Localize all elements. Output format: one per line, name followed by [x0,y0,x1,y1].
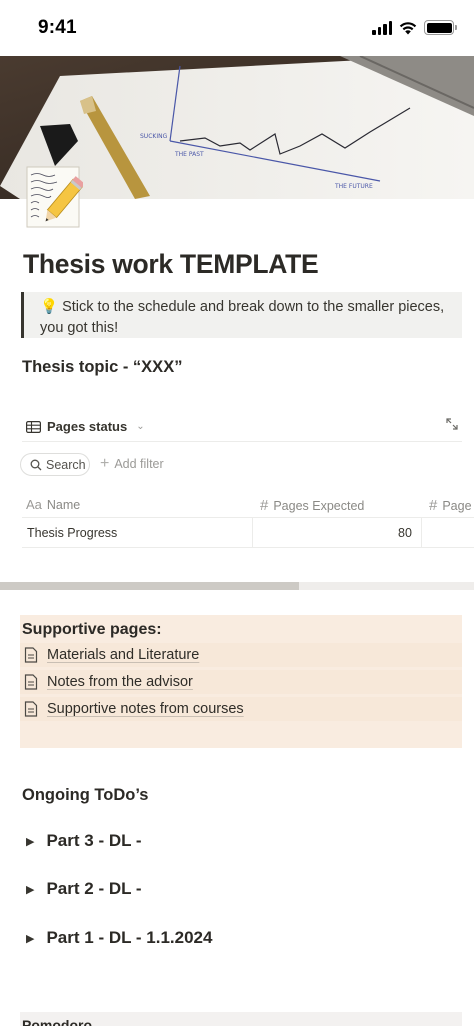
callout-text: Stick to the schedule and break down to … [40,299,445,336]
toggle-triangle-icon[interactable]: ▶ [26,883,34,896]
database-view-switcher[interactable]: Pages status ⌄ [26,419,145,434]
svg-text:THE PAST: THE PAST [174,151,204,158]
status-time: 9:41 [38,17,77,38]
column-header-pages-expected[interactable]: # Pages Expected [260,497,364,514]
page-link-materials[interactable]: Materials and Literature [20,643,462,667]
text-property-icon: Aa [26,497,42,512]
add-filter-label: Add filter [114,457,164,471]
svg-text:THE FUTURE: THE FUTURE [334,183,373,190]
thesis-topic-heading[interactable]: Thesis topic - “XXX” [22,358,182,377]
toggle-triangle-icon[interactable]: ▶ [26,835,34,848]
status-bar: 9:41 [0,0,474,56]
supportive-pages-callout[interactable]: Supportive pages: Materials and Literatu… [20,615,462,748]
battery-icon [424,20,457,35]
cell-pages-expected[interactable]: 80 [398,526,412,540]
toggle-part-2[interactable]: ▶ Part 2 - DL - [26,879,142,899]
table-horizontal-scrollbar[interactable] [0,582,474,590]
search-label: Search [46,457,86,472]
supportive-pages-heading: Supportive pages: [22,621,162,638]
search-icon [30,459,42,470]
expand-diagonal-icon[interactable] [446,418,458,433]
column-divider [421,518,422,547]
ongoing-todos-heading[interactable]: Ongoing ToDo’s [22,786,148,805]
status-icons [372,20,457,35]
table-view-icon [26,420,41,433]
pomodoro-heading: Pomodoro [22,1017,92,1026]
add-filter-button[interactable]: + Add filter [100,455,164,472]
number-property-icon: # [429,497,438,514]
database-search-button[interactable]: Search [20,453,90,476]
callout-block[interactable]: 💡 Stick to the schedule and break down t… [21,292,462,338]
document-icon [24,701,38,717]
column-divider [252,518,253,547]
database-view-header: Pages status ⌄ [22,414,462,442]
page-icon-memo-pencil[interactable] [25,163,85,229]
toggle-part-1[interactable]: ▶ Part 1 - DL - 1.1.2024 [26,928,212,948]
toggle-part-3[interactable]: ▶ Part 3 - DL - [26,831,142,851]
table-row[interactable]: Thesis Progress 80 [22,518,474,548]
page-title[interactable]: Thesis work TEMPLATE [23,249,319,280]
plus-icon: + [100,455,110,472]
document-icon [24,647,38,663]
toggle-triangle-icon[interactable]: ▶ [26,932,34,945]
page-link-advisor-notes[interactable]: Notes from the advisor [20,670,462,694]
lightbulb-icon: 💡 [40,299,59,315]
number-property-icon: # [260,497,269,514]
pomodoro-callout[interactable]: Pomodoro [20,1012,462,1026]
column-header-name[interactable]: Aa Name [26,497,80,512]
column-header-pages[interactable]: # Page [429,497,472,514]
svg-text:SUCKING: SUCKING [140,133,168,140]
document-icon [24,674,38,690]
database-view-name: Pages status [47,419,128,434]
table-header-row: Aa Name # Pages Expected # Page [22,490,474,518]
pages-status-table: Aa Name # Pages Expected # Page Thesis P… [22,490,474,548]
scrollbar-thumb[interactable] [0,582,299,590]
wifi-icon [399,21,417,34]
cellular-signal-icon [372,20,392,35]
cell-name[interactable]: Thesis Progress [27,526,117,540]
page-link-course-notes[interactable]: Supportive notes from courses [20,697,462,721]
chevron-down-icon: ⌄ [136,421,145,432]
